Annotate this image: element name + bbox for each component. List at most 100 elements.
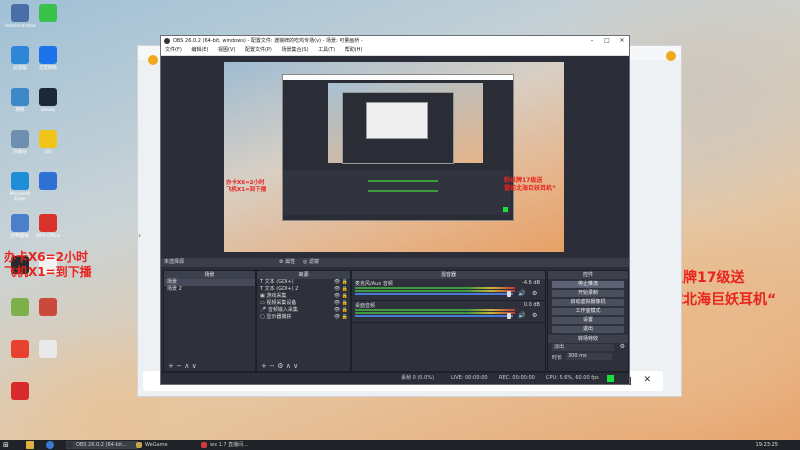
chevron-right-icon[interactable]: ›: [138, 231, 141, 240]
transition-select[interactable]: 淡出: [552, 344, 614, 351]
volume-knob[interactable]: [507, 291, 511, 297]
move-up-icon[interactable]: ∧: [184, 362, 189, 370]
menu-tools[interactable]: 工具(T): [318, 46, 335, 55]
dropped-frames: 丢帧 0 (0.0%): [401, 375, 434, 381]
scene-item[interactable]: 场景 2: [164, 286, 255, 293]
desktop-icon[interactable]: [5, 382, 35, 402]
source-visibility-lock-icons[interactable]: 👁 🔒: [334, 307, 348, 314]
start-virtual-camera-button[interactable]: 启动虚拟摄像机: [552, 299, 624, 306]
duration-label: 时长: [552, 355, 563, 361]
live-timer: LIVE: 00:00:00: [451, 375, 488, 381]
minimize-icon[interactable]: –: [585, 36, 599, 46]
menu-scene-collection[interactable]: 场景集合(S): [281, 46, 308, 55]
app-icon-2: [39, 298, 57, 316]
desktop-icon[interactable]: [33, 298, 63, 318]
source-visibility-lock-icons[interactable]: 👁 🔒: [334, 300, 348, 307]
source-visibility-lock-icons[interactable]: 👁 🔒: [334, 286, 348, 293]
source-visibility-lock-icons[interactable]: 👁 🔒: [334, 293, 348, 300]
source-item[interactable]: ▣ 游戏采集 👁 🔒: [257, 293, 350, 300]
menu-edit[interactable]: 编辑(E): [191, 46, 208, 55]
close-window-icon[interactable]: ✕: [615, 36, 629, 46]
desktop-icon[interactable]: [5, 340, 35, 360]
source-item[interactable]: ▢ 显示器捕获 👁 🔒: [257, 314, 350, 321]
source-item[interactable]: ▭ 视频采集设备 👁 🔒: [257, 300, 350, 307]
start-recording-button[interactable]: 开始录制: [552, 290, 624, 297]
scene-item[interactable]: 场景: [164, 279, 255, 286]
gear-icon[interactable]: ⚙: [532, 312, 537, 319]
desktop-icon[interactable]: Administrator: [5, 4, 36, 29]
source-settings-icon[interactable]: ⚙: [277, 362, 283, 370]
menu-help[interactable]: 帮助(H): [345, 46, 363, 55]
obs-statusbar: 丢帧 0 (0.0%) LIVE: 00:00:00 REC: 00:00:00…: [161, 372, 629, 384]
move-up-icon[interactable]: ∧: [286, 362, 291, 370]
source-item[interactable]: T 文本 (GDI+) 👁 🔒: [257, 279, 350, 286]
browser-icon[interactable]: [46, 441, 54, 449]
ie-icon: [39, 172, 57, 190]
preview-canvas[interactable]: 办卡X6=2小时 飞机X1=到下播 粉丝牌17级送 雷蛇北海巨妖耳机“: [224, 62, 564, 252]
close-icon[interactable]: ✕: [643, 375, 651, 385]
move-down-icon[interactable]: ∨: [192, 362, 197, 370]
speaker-icon[interactable]: 🔊: [518, 312, 525, 319]
duration-input[interactable]: 300 ms: [566, 353, 612, 360]
desktop-icon[interactable]: Steam: [33, 88, 63, 113]
source-list: T 文本 (GDI+) 👁 🔒 T 文本 (GDI+) 2 👁 🔒 ▣ 游戏采集 👁 🔒 ▭…: [257, 279, 350, 321]
windows-start-icon[interactable]: ⊞: [3, 441, 11, 449]
taskbar-item[interactable]: wx 1.7 直播间...: [200, 441, 280, 449]
preview-overlay-left-line-1: 办卡X6=2小时: [226, 180, 265, 186]
desktop-icon[interactable]: 网络: [5, 88, 35, 113]
desktop-icon[interactable]: QQ: [33, 130, 63, 155]
preview-overlay-left: 办卡X6=2小时 飞机X1=到下播: [226, 180, 266, 194]
desktop-icon[interactable]: [33, 4, 63, 24]
desktop-icon[interactable]: [33, 340, 63, 360]
gear-icon[interactable]: ⚙: [532, 290, 537, 297]
scenes-toolbar: + − ∧ ∨: [164, 362, 255, 371]
source-visibility-lock-icons[interactable]: 👁 🔒: [334, 314, 348, 321]
desktop-icon[interactable]: 回收站: [5, 130, 35, 155]
taskbar-item[interactable]: OBS 26.0.2 (64-bit...: [66, 441, 138, 449]
settings-button[interactable]: 设置: [552, 317, 624, 324]
menu-view[interactable]: 视图(V): [218, 46, 235, 55]
desktop-icon[interactable]: 控制面板: [5, 214, 35, 239]
volume-slider[interactable]: [355, 315, 513, 317]
clock[interactable]: 19:23:25: [756, 441, 778, 449]
window-title: OBS 26.0.2 (64-bit, windows) - 配置文件: 渡狼牌…: [173, 38, 363, 44]
studio-mode-button[interactable]: 工作室模式: [552, 308, 624, 315]
recorder-side-icon[interactable]: [666, 51, 676, 61]
wps-icon: [39, 214, 57, 232]
stop-streaming-button[interactable]: 停止推流: [552, 281, 624, 288]
desktop-icon[interactable]: 百度网盘: [33, 46, 63, 71]
desktop-icon-label: 回收站: [13, 150, 27, 155]
obs-titlebar[interactable]: OBS 26.0.2 (64-bit, windows) - 配置文件: 渡狼牌…: [161, 36, 629, 46]
desktop-icon[interactable]: [33, 172, 63, 192]
desktop-icon[interactable]: Microsoft Edge: [5, 172, 35, 202]
exit-button[interactable]: 退出: [552, 326, 624, 333]
netdisk-icon: [39, 46, 57, 64]
menu-profile[interactable]: 配置文件(P): [245, 46, 272, 55]
source-item[interactable]: T 文本 (GDI+) 2 👁 🔒: [257, 286, 350, 293]
volume-knob[interactable]: [507, 313, 511, 319]
channel-db: -4.6 dB: [522, 280, 540, 286]
menu-file[interactable]: 文件(F): [165, 46, 182, 55]
desktop-icon[interactable]: [5, 298, 35, 318]
speaker-icon[interactable]: 🔊: [518, 290, 525, 297]
filters-button[interactable]: ◎ 滤镜: [303, 258, 319, 267]
add-source-icon[interactable]: +: [261, 362, 267, 370]
add-scene-icon[interactable]: +: [168, 362, 174, 370]
move-down-icon[interactable]: ∨: [293, 362, 298, 370]
taskbar-item-label: wx 1.7 直播间...: [210, 442, 248, 448]
user-folder-icon: [11, 4, 29, 22]
source-item[interactable]: 🎤 音频输入采集 👁 🔒: [257, 307, 350, 314]
maximize-icon[interactable]: □: [600, 36, 614, 46]
remove-scene-icon[interactable]: −: [176, 362, 182, 370]
gear-icon[interactable]: ⚙: [620, 343, 625, 350]
desktop-icon[interactable]: WPS Office: [33, 214, 63, 239]
desktop-icon[interactable]: 此电脑: [5, 46, 35, 71]
properties-button[interactable]: ⚙ 属性: [279, 258, 295, 267]
sources-header: 来源: [257, 271, 350, 279]
source-label: 文本 (GDI+) 2: [264, 286, 299, 292]
taskbar-item[interactable]: WeGame: [135, 441, 205, 449]
volume-slider[interactable]: [355, 293, 513, 295]
remove-source-icon[interactable]: −: [269, 362, 275, 370]
file-explorer-icon[interactable]: [26, 441, 34, 449]
source-visibility-lock-icons[interactable]: 👁 🔒: [334, 279, 348, 286]
